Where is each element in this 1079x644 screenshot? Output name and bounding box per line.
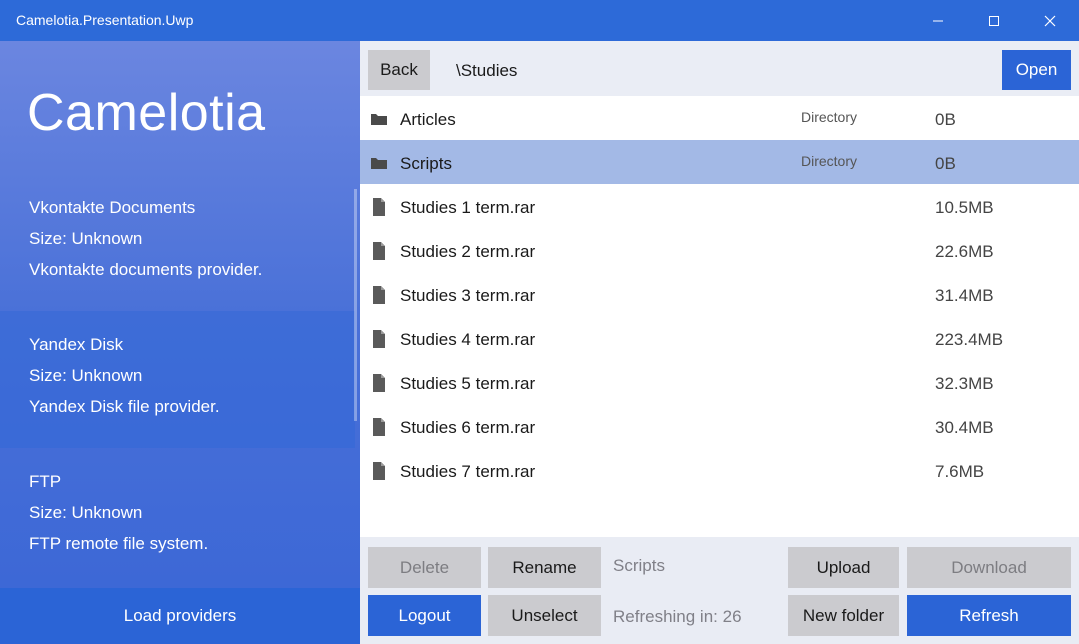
provider-size: Size: Unknown: [29, 503, 143, 522]
folder-icon: [370, 110, 388, 128]
sidebar-scrollbar[interactable]: [354, 189, 357, 421]
file-icon: [370, 286, 388, 304]
file-icon: [370, 418, 388, 436]
file-icon: [370, 198, 388, 216]
providers-sidebar: Camelotia Vkontakte Documents Size: Unkn…: [0, 41, 360, 644]
file-row[interactable]: Studies 3 term.rar 31.4MB: [360, 272, 1079, 316]
title-bar: Camelotia.Presentation.Uwp: [0, 0, 1079, 41]
file-name: Studies 2 term.rar: [400, 242, 536, 261]
file-name: Scripts: [400, 154, 452, 173]
provider-description: Vkontakte documents provider.: [29, 260, 263, 279]
close-icon: [1044, 15, 1056, 26]
provider-name: Yandex Disk: [29, 335, 124, 354]
upload-button[interactable]: Upload: [788, 547, 899, 588]
file-type: Directory: [801, 109, 858, 125]
file-icon: [370, 462, 388, 480]
file-row[interactable]: Scripts Directory 0B: [360, 140, 1079, 184]
file-type: Directory: [801, 153, 858, 169]
open-button[interactable]: Open: [1002, 50, 1071, 90]
provider-item-vkontakte[interactable]: Vkontakte Documents Size: Unknown Vkonta…: [0, 174, 355, 311]
minimize-button[interactable]: [910, 0, 966, 41]
delete-button[interactable]: Delete: [368, 547, 481, 588]
provider-name: Vkontakte Documents: [29, 198, 196, 217]
app-name: Camelotia: [27, 84, 266, 142]
file-size: 30.4MB: [935, 418, 994, 437]
file-name: Studies 7 term.rar: [400, 462, 536, 481]
file-size: 0B: [935, 154, 956, 173]
file-row[interactable]: Studies 1 term.rar 10.5MB: [360, 184, 1079, 228]
file-size: 32.3MB: [935, 374, 994, 393]
file-size: 223.4MB: [935, 330, 1004, 349]
current-path: \Studies: [456, 61, 518, 80]
file-row[interactable]: Studies 2 term.rar 22.6MB: [360, 228, 1079, 272]
file-icon: [370, 374, 388, 392]
action-bar: Delete Rename Scripts Upload Download Lo…: [360, 537, 1079, 644]
selected-item-label: Scripts: [613, 556, 665, 575]
file-row[interactable]: Studies 5 term.rar 32.3MB: [360, 360, 1079, 404]
file-icon: [370, 330, 388, 348]
refresh-countdown: Refreshing in: 26: [613, 607, 742, 626]
file-row[interactable]: Studies 7 term.rar 7.6MB: [360, 448, 1079, 492]
file-browser: Back \Studies Open Articles Directory 0B Sc…: [360, 41, 1079, 644]
folder-icon: [370, 154, 388, 172]
file-row[interactable]: Studies 4 term.rar 223.4MB: [360, 316, 1079, 360]
refresh-button[interactable]: Refresh: [907, 595, 1071, 636]
close-button[interactable]: [1022, 0, 1078, 41]
provider-name: FTP: [29, 472, 62, 491]
file-name: Studies 6 term.rar: [400, 418, 536, 437]
provider-item-ftp[interactable]: FTP Size: Unknown FTP remote file system…: [0, 448, 355, 585]
provider-description: FTP remote file system.: [29, 534, 209, 553]
file-name: Studies 5 term.rar: [400, 374, 536, 393]
file-name: Articles: [400, 110, 456, 129]
file-name: Studies 4 term.rar: [400, 330, 536, 349]
minimize-icon: [933, 20, 943, 21]
file-size: 7.6MB: [935, 462, 985, 481]
window-title: Camelotia.Presentation.Uwp: [16, 12, 194, 28]
logout-button[interactable]: Logout: [368, 595, 481, 636]
download-button[interactable]: Download: [907, 547, 1071, 588]
provider-item-yandex[interactable]: Yandex Disk Size: Unknown Yandex Disk fi…: [0, 311, 355, 448]
provider-description: Yandex Disk file provider.: [29, 397, 220, 416]
file-row[interactable]: Articles Directory 0B: [360, 96, 1079, 140]
navigation-bar: Back \Studies Open: [360, 41, 1079, 96]
provider-size: Size: Unknown: [29, 366, 143, 385]
unselect-button[interactable]: Unselect: [488, 595, 601, 636]
load-providers-button[interactable]: Load providers: [0, 588, 360, 644]
file-row[interactable]: Studies 6 term.rar 30.4MB: [360, 404, 1079, 448]
file-icon: [370, 242, 388, 260]
maximize-icon: [989, 15, 999, 26]
file-size: 22.6MB: [935, 242, 994, 261]
file-list: Articles Directory 0B Scripts Directory 0B Stu…: [360, 96, 1079, 492]
file-size: 0B: [935, 110, 956, 129]
back-button[interactable]: Back: [368, 50, 430, 90]
provider-size: Size: Unknown: [29, 229, 143, 248]
file-name: Studies 1 term.rar: [400, 198, 536, 217]
rename-button[interactable]: Rename: [488, 547, 601, 588]
file-name: Studies 3 term.rar: [400, 286, 536, 305]
file-size: 31.4MB: [935, 286, 994, 305]
file-size: 10.5MB: [935, 198, 994, 217]
maximize-button[interactable]: [966, 0, 1022, 41]
new-folder-button[interactable]: New folder: [788, 595, 899, 636]
